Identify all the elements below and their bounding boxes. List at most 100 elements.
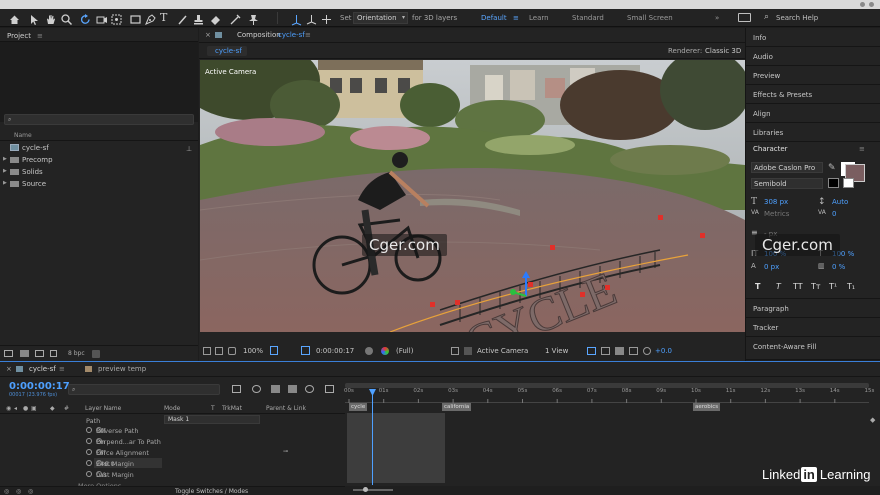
audio-icon[interactable]: ◂ xyxy=(14,405,17,412)
in-out-icon[interactable]: ◎ xyxy=(28,488,33,495)
local-axis-icon[interactable] xyxy=(290,11,303,26)
baseline-shift-value[interactable]: 0 px xyxy=(764,264,779,271)
trkmat-column[interactable]: TrkMat xyxy=(222,406,242,412)
small-caps-button[interactable]: Tт xyxy=(811,283,821,291)
rotate-tool-icon[interactable] xyxy=(79,11,92,24)
reset-exposure-icon[interactable] xyxy=(601,347,610,355)
expand-arrow-icon[interactable]: ▶ xyxy=(3,157,7,162)
panel-menu-icon[interactable]: ≡ xyxy=(37,32,43,40)
expression-icon[interactable] xyxy=(96,471,102,477)
layer-duration-bar[interactable] xyxy=(347,413,445,483)
panel-paragraph[interactable]: Paragraph xyxy=(746,299,880,318)
zoom-tool-icon[interactable] xyxy=(60,11,73,26)
safe-zones-icon[interactable] xyxy=(270,346,278,355)
close-icon[interactable]: × xyxy=(6,366,12,373)
fast-previews-icon[interactable] xyxy=(615,347,624,355)
graph-editor-icon[interactable] xyxy=(325,385,334,393)
expression-icon[interactable] xyxy=(96,438,102,444)
frame-blending-icon[interactable] xyxy=(288,385,297,393)
lock-icon[interactable]: ▣ xyxy=(31,405,37,412)
view-options-icon[interactable] xyxy=(228,347,236,355)
project-settings-icon[interactable] xyxy=(50,350,57,357)
camera-orbit-icon[interactable] xyxy=(95,11,108,24)
timeline-tab-cycle-sf[interactable]: cycle-sf xyxy=(29,366,56,373)
snapshot-icon[interactable] xyxy=(215,347,223,355)
stopwatch-icon[interactable] xyxy=(86,460,92,466)
comp-flowchart-icon[interactable] xyxy=(232,385,241,393)
breadcrumb[interactable]: cycle-sf xyxy=(207,46,247,56)
stopwatch-icon[interactable] xyxy=(86,471,92,477)
expand-arrow-icon[interactable]: ▶ xyxy=(3,181,7,186)
font-size-value[interactable]: 308 px xyxy=(764,199,788,206)
bit-depth-label[interactable]: 8 bpc xyxy=(68,351,85,357)
viewer-timecode[interactable]: 0:00:00:17 xyxy=(316,348,354,355)
superscript-button[interactable]: T¹ xyxy=(829,283,837,291)
resolution-dropdown[interactable]: (Full) xyxy=(396,348,413,355)
delete-icon[interactable] xyxy=(92,350,100,358)
stopwatch-icon[interactable] xyxy=(86,438,92,444)
world-axis-icon[interactable] xyxy=(305,11,318,25)
sync-settings-icon[interactable] xyxy=(738,13,751,22)
timeline-icon[interactable] xyxy=(629,347,638,355)
shy-layers-icon[interactable] xyxy=(271,385,280,393)
transfer-controls-icon[interactable]: ◎ xyxy=(16,488,21,495)
layer-switches-icon[interactable]: ◎ xyxy=(4,488,9,495)
view-layout-dropdown[interactable]: 1 View xyxy=(545,348,568,355)
panel-libraries[interactable]: Libraries xyxy=(746,123,880,142)
parent-link-column[interactable]: Parent & Link xyxy=(266,406,306,412)
pen-tool-icon[interactable] xyxy=(144,11,157,25)
composition-tab-name[interactable]: cycle-sf xyxy=(278,32,305,39)
leading-value[interactable]: Auto xyxy=(832,199,848,206)
eye-icon[interactable]: ◉ xyxy=(6,405,11,412)
transparency-grid-icon[interactable] xyxy=(464,347,472,355)
project-search-input[interactable]: ⌕ xyxy=(4,114,194,125)
search-icon[interactable]: ⌕ xyxy=(764,12,769,22)
composition-tab-label[interactable]: Composition xyxy=(237,32,281,39)
color-channels-icon[interactable] xyxy=(381,347,389,355)
snapshot-camera-icon[interactable] xyxy=(365,347,373,355)
home-icon[interactable] xyxy=(8,11,21,24)
keyframe-icon[interactable]: ◆ xyxy=(870,416,875,424)
all-caps-button[interactable]: TT xyxy=(793,283,803,291)
stopwatch-icon[interactable] xyxy=(86,427,92,433)
pan-behind-icon[interactable] xyxy=(110,11,123,25)
region-icon[interactable] xyxy=(301,346,310,355)
time-ruler[interactable] xyxy=(345,395,869,403)
workspace-menu-icon[interactable]: ≡ xyxy=(513,14,519,22)
panel-tracker[interactable]: Tracker xyxy=(746,318,880,337)
current-time-indicator[interactable] xyxy=(372,389,373,485)
close-icon[interactable]: × xyxy=(205,32,211,39)
window-button[interactable] xyxy=(869,2,874,7)
draft-3d-icon[interactable] xyxy=(252,385,261,393)
panel-align[interactable]: Align xyxy=(746,104,880,123)
path-dropdown[interactable]: Mask 1 xyxy=(164,415,260,424)
tracking-value[interactable]: 0 xyxy=(832,211,836,218)
puppet-pin-icon[interactable] xyxy=(247,11,260,25)
timeline-tab-preview-temp[interactable]: preview temp xyxy=(98,366,146,373)
tsume-value[interactable]: 0 % xyxy=(832,264,845,271)
window-button[interactable] xyxy=(860,2,865,7)
marker-california[interactable]: california xyxy=(442,403,472,411)
eraser-icon[interactable] xyxy=(209,11,222,25)
new-composition-icon[interactable] xyxy=(35,350,44,357)
work-area-bar[interactable] xyxy=(345,383,869,388)
marker-track[interactable]: cycle california aerobics xyxy=(347,403,869,411)
panel-info[interactable]: Info xyxy=(746,28,880,47)
roto-brush-icon[interactable] xyxy=(229,11,242,25)
expression-icon[interactable] xyxy=(96,460,102,466)
font-family-dropdown[interactable]: Adobe Caslon Pro xyxy=(751,162,823,173)
panel-preview[interactable]: Preview xyxy=(746,66,880,85)
solo-icon[interactable]: ● xyxy=(23,405,28,412)
camera-view-dropdown[interactable]: Active Camera xyxy=(477,348,528,355)
expression-icon[interactable] xyxy=(96,449,102,455)
motion-blur-icon[interactable] xyxy=(305,385,314,393)
project-item-solids[interactable]: ▶ Solids xyxy=(0,166,198,178)
panel-menu-icon[interactable]: ≡ xyxy=(305,32,311,39)
zoom-slider-handle[interactable] xyxy=(363,487,368,492)
project-item-source[interactable]: ▶ Source xyxy=(0,178,198,190)
project-item-precomp[interactable]: ▶ Precomp xyxy=(0,154,198,166)
panel-audio[interactable]: Audio xyxy=(746,47,880,66)
exposure-icon[interactable] xyxy=(643,347,651,355)
timeline-timecode[interactable]: 0:00:00:17 xyxy=(9,381,70,392)
toggle-pixel-icon[interactable] xyxy=(587,347,596,355)
